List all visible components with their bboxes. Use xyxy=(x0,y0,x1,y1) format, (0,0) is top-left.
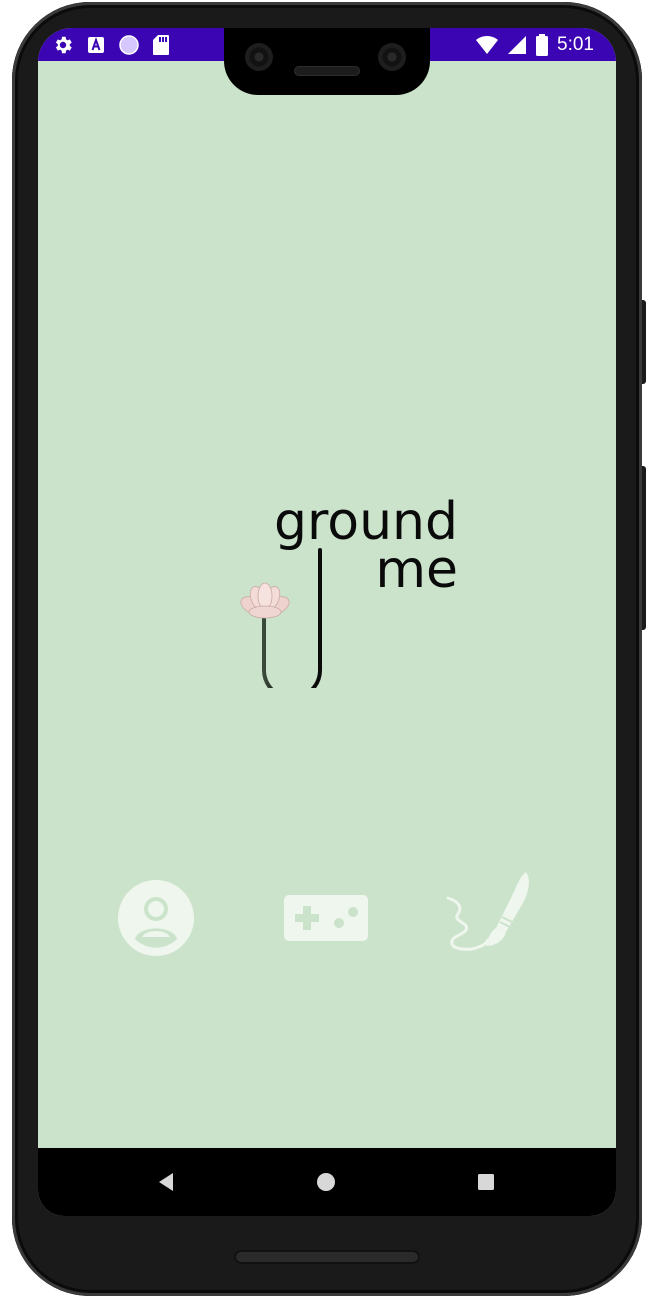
text-a-icon xyxy=(86,35,106,55)
account-circle-icon xyxy=(117,879,195,957)
sd-card-icon xyxy=(152,34,170,56)
front-camera-right xyxy=(378,43,406,71)
logo-word-me: me xyxy=(375,540,458,600)
draw-button[interactable] xyxy=(442,868,538,968)
app-logo: ground me xyxy=(196,488,464,688)
status-left-icons xyxy=(52,33,170,57)
status-right-icons: 5:01 xyxy=(475,33,594,57)
home-button[interactable] xyxy=(306,1168,346,1196)
games-button[interactable] xyxy=(278,868,374,968)
display-notch xyxy=(224,28,430,95)
gamepad-icon xyxy=(283,894,369,942)
recents-icon xyxy=(477,1173,495,1191)
bottom-speaker-grille xyxy=(234,1250,420,1264)
back-icon xyxy=(157,1172,175,1192)
signal-icon xyxy=(507,35,527,55)
recents-button[interactable] xyxy=(466,1168,506,1196)
profile-button[interactable] xyxy=(108,868,204,968)
battery-icon xyxy=(535,34,549,56)
home-icon xyxy=(316,1172,336,1192)
paint-brush-icon xyxy=(440,870,540,966)
wifi-icon xyxy=(475,35,499,55)
status-time: 5:01 xyxy=(557,34,594,55)
circle-progress-icon xyxy=(118,34,140,56)
navigation-bar xyxy=(38,1148,616,1216)
earpiece-speaker xyxy=(294,66,360,76)
settings-icon xyxy=(52,34,74,56)
front-camera-left xyxy=(245,43,273,71)
bottom-action-bar xyxy=(38,868,616,978)
back-button[interactable] xyxy=(146,1168,186,1196)
phone-screen: 5:01 ground me xyxy=(38,28,616,1216)
